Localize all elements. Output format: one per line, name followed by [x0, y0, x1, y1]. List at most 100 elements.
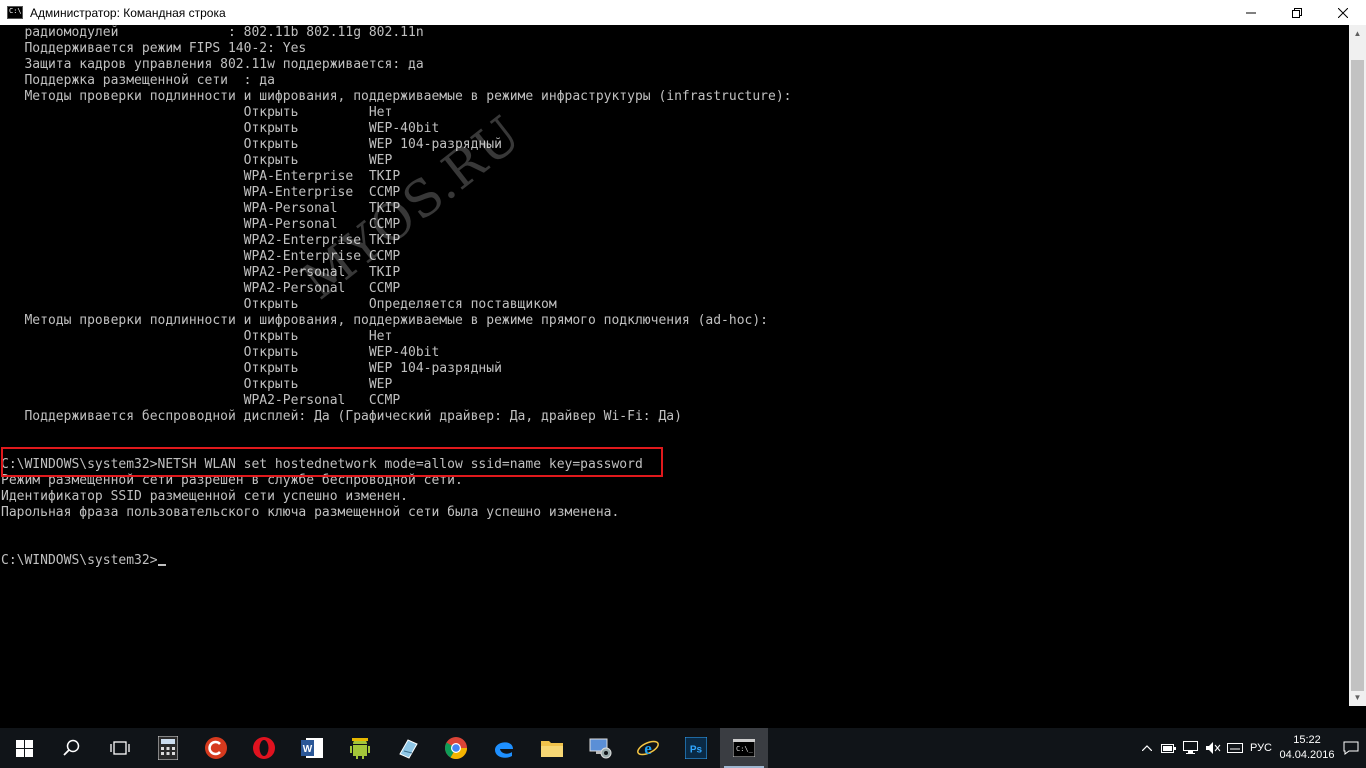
edge-icon	[495, 742, 513, 758]
notepad-icon	[399, 739, 418, 759]
console-line: Защита кадров управления 802.11w поддерж…	[1, 57, 1349, 73]
minimize-icon	[1246, 12, 1256, 13]
console-line: Открыть WEP 104-разрядный	[1, 137, 1349, 153]
console-line: WPA-Personal CCMP	[1, 217, 1349, 233]
tray-battery[interactable]	[1158, 728, 1180, 768]
clock[interactable]: 15:22 04.04.2016	[1278, 733, 1336, 763]
taskbar-calculator[interactable]	[144, 728, 192, 768]
console-text: радиомодулей : 802.11b 802.11g 802.11n П…	[1, 25, 1349, 569]
minimize-button[interactable]	[1228, 0, 1274, 25]
taskbar-opera[interactable]	[240, 728, 288, 768]
close-icon	[1338, 7, 1348, 18]
console-line: Открыть Определяется поставщиком	[1, 297, 1349, 313]
speaker-muted-icon	[1205, 742, 1221, 754]
console-line: WPA2-Personal TKIP	[1, 265, 1349, 281]
scroll-up-arrow-icon[interactable]: ▲	[1349, 25, 1366, 42]
taskbar-photoshop[interactable]: Ps	[672, 728, 720, 768]
svg-text:e: e	[644, 739, 652, 758]
console-line-text: Открыть Нет	[1, 329, 393, 344]
console-output[interactable]: радиомодулей : 802.11b 802.11g 802.11n П…	[1, 25, 1349, 706]
task-view-button[interactable]	[96, 728, 144, 768]
console-line: WPA-Enterprise TKIP	[1, 169, 1349, 185]
calculator-icon	[158, 736, 178, 760]
task-view-icon	[110, 741, 130, 755]
console-line-text: WPA-Personal TKIP	[1, 201, 401, 216]
console-line-text: Открыть WEP 104-разрядный	[1, 361, 502, 376]
taskbar-android[interactable]	[336, 728, 384, 768]
console-line: Открыть Нет	[1, 105, 1349, 121]
chrome-icon	[445, 737, 467, 759]
console-line-text: Поддерживается режим FIPS 140-2: Yes	[1, 41, 307, 56]
control-panel-icon	[589, 738, 612, 759]
console-line-text: WPA-Enterprise CCMP	[1, 185, 401, 200]
ccleaner-icon	[205, 737, 227, 759]
tray-volume[interactable]	[1202, 728, 1224, 768]
console-line: радиомодулей : 802.11b 802.11g 802.11n	[1, 25, 1349, 41]
taskbar-file-explorer[interactable]	[528, 728, 576, 768]
console-line-text: Открыть WEP-40bit	[1, 121, 440, 136]
console-line: WPA2-Enterprise CCMP	[1, 249, 1349, 265]
console-line-text: радиомодулей : 802.11b 802.11g 802.11n	[1, 25, 424, 40]
restore-button[interactable]	[1274, 0, 1320, 25]
notification-icon	[1343, 741, 1359, 755]
folder-icon	[541, 741, 563, 757]
taskbar-internet-explorer[interactable]: e	[624, 728, 672, 768]
clock-time: 15:22	[1293, 734, 1321, 746]
command-highlight-box	[1, 447, 663, 477]
console-line: WPA2-Enterprise TKIP	[1, 233, 1349, 249]
console-line: Парольная фраза пользовательского ключа …	[1, 505, 1349, 521]
console-line-text: Открыть WEP-40bit	[1, 345, 440, 360]
console-line: Открыть WEP	[1, 377, 1349, 393]
action-center-button[interactable]	[1336, 728, 1366, 768]
taskbar-edge[interactable]	[480, 728, 528, 768]
battery-icon	[1160, 744, 1176, 753]
show-hidden-icons-button[interactable]	[1136, 728, 1158, 768]
close-button[interactable]	[1320, 0, 1366, 25]
console-line: Идентификатор SSID размещенной сети успе…	[1, 489, 1349, 505]
taskbar-chrome[interactable]	[432, 728, 480, 768]
tray-input-indicator[interactable]	[1224, 728, 1246, 768]
console-line: Поддерживается беспроводной дисплей: Да …	[1, 409, 1349, 425]
console-line: Открыть WEP-40bit	[1, 121, 1349, 137]
console-line-text: Методы проверки подлинности и шифрования…	[1, 313, 769, 328]
search-icon	[63, 739, 80, 756]
text-cursor	[157, 564, 166, 566]
console-line: Открыть WEP-40bit	[1, 345, 1349, 361]
vertical-scrollbar[interactable]: ▲ ▼	[1349, 25, 1366, 706]
tray-network[interactable]	[1180, 728, 1202, 768]
word-icon: W	[301, 738, 323, 758]
taskbar-control-panel[interactable]	[576, 728, 624, 768]
console-line: WPA2-Personal CCMP	[1, 281, 1349, 297]
console-line-text: Идентификатор SSID размещенной сети успе…	[1, 489, 408, 504]
console-line-text: Поддержка размещенной сети : да	[1, 73, 275, 88]
console-line: Открыть WEP 104-разрядный	[1, 361, 1349, 377]
console-line-text: Открыть WEP	[1, 153, 393, 168]
console-line: Методы проверки подлинности и шифрования…	[1, 89, 1349, 105]
svg-text:W: W	[303, 744, 313, 755]
console-line-text: WPA-Enterprise TKIP	[1, 169, 401, 184]
cmd-icon: C:\_	[733, 739, 755, 757]
scroll-down-arrow-icon[interactable]: ▼	[1349, 689, 1366, 706]
console-line-text: Открыть Нет	[1, 105, 393, 120]
android-icon	[350, 738, 370, 759]
console-line-text: WPA2-Personal CCMP	[1, 393, 401, 408]
language-indicator[interactable]: РУС	[1250, 742, 1272, 754]
search-button[interactable]	[48, 728, 96, 768]
taskbar-ccleaner[interactable]	[192, 728, 240, 768]
console-line-text: Поддерживается беспроводной дисплей: Да …	[1, 409, 682, 424]
ie-icon: e	[637, 739, 659, 758]
cmd-app-icon[interactable]: C:\	[7, 6, 23, 19]
taskbar-word[interactable]: W	[288, 728, 336, 768]
start-button[interactable]	[0, 728, 48, 768]
scrollbar-thumb[interactable]	[1351, 60, 1364, 691]
taskbar-notepad[interactable]	[384, 728, 432, 768]
photoshop-icon: Ps	[685, 737, 707, 759]
keyboard-icon	[1226, 743, 1243, 753]
window-title: Администратор: Командная строка	[30, 5, 226, 20]
window-title-bar[interactable]: C:\ Администратор: Командная строка	[0, 0, 1366, 25]
taskbar-command-prompt[interactable]: C:\_	[720, 728, 768, 768]
windows-logo-icon	[15, 739, 33, 757]
console-line-text: Открыть WEP	[1, 377, 393, 392]
